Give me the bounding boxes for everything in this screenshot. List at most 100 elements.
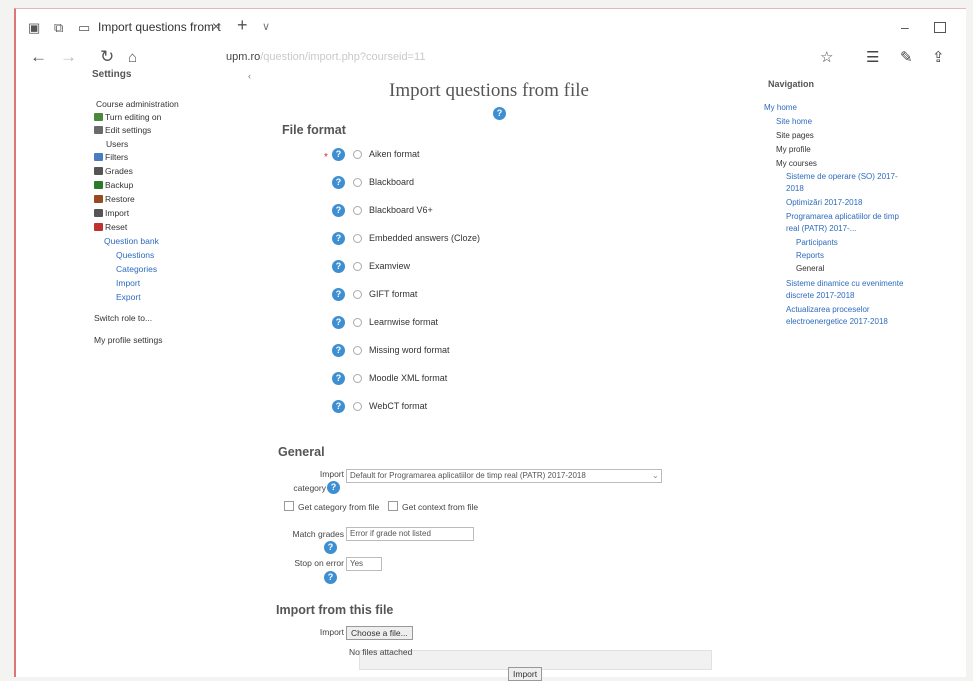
get-context-checkbox[interactable]: Get context from file	[388, 501, 478, 512]
tree-item-questions[interactable]: Questions	[116, 250, 154, 260]
choose-file-button[interactable]: Choose a file...	[346, 626, 413, 640]
stop-on-error-select[interactable]: Yes	[346, 557, 382, 571]
home-icon[interactable]: ⌂	[128, 49, 137, 66]
file-format-heading[interactable]: File format	[282, 123, 346, 137]
help-icon[interactable]: ?	[332, 260, 345, 273]
set-aside-tabs-icon[interactable]: ⧉	[54, 20, 63, 36]
nav-course-patr[interactable]: Programarea aplicatiilor de timp	[786, 212, 899, 221]
match-grades-select[interactable]: Error if grade not listed	[346, 527, 474, 541]
help-icon[interactable]: ?	[327, 481, 340, 494]
tab-actions-icon[interactable]: ▣	[28, 20, 40, 36]
url-field[interactable]: upm.ro/question/import.php?courseid=11	[226, 51, 425, 63]
general-heading[interactable]: General	[278, 445, 325, 459]
import-file-heading[interactable]: Import from this file	[276, 603, 393, 617]
nav-item-my-courses[interactable]: My courses	[776, 159, 817, 168]
nav-item-reports[interactable]: Reports	[796, 251, 824, 260]
help-icon[interactable]: ?	[332, 372, 345, 385]
help-icon[interactable]: ?	[332, 204, 345, 217]
radio-button[interactable]	[353, 402, 362, 411]
checkbox[interactable]	[388, 501, 398, 511]
tree-item-question-bank[interactable]: Question bank	[104, 236, 159, 246]
settings-icon	[94, 126, 103, 134]
radio-button[interactable]	[353, 206, 362, 215]
format-option-aiken[interactable]: ? Aiken format	[332, 148, 420, 164]
help-icon[interactable]: ?	[324, 571, 337, 584]
chevron-down-icon[interactable]: ⌄	[652, 471, 659, 480]
nav-item-participants[interactable]: Participants	[796, 238, 838, 247]
nav-item-site-home[interactable]: Site home	[776, 117, 812, 126]
nav-course-actualizarea[interactable]: Actualizarea proceselor	[786, 305, 870, 314]
help-icon[interactable]: ?	[332, 400, 345, 413]
format-option-gift[interactable]: ? GIFT format	[332, 288, 417, 304]
help-icon[interactable]: ?	[324, 541, 337, 554]
radio-button[interactable]	[353, 262, 362, 271]
tree-item-edit-settings[interactable]: Edit settings	[94, 125, 151, 135]
minimize-icon[interactable]: –	[901, 19, 909, 35]
tree-item-switch-role[interactable]: Switch role to...	[94, 313, 152, 323]
tree-item-reset[interactable]: Reset	[94, 222, 127, 232]
tree-item-import-qb[interactable]: Import	[116, 278, 140, 288]
tab-title[interactable]: Import questions from t	[98, 20, 221, 34]
radio-button[interactable]	[353, 346, 362, 355]
nav-course-so-year[interactable]: 2018	[786, 184, 804, 193]
favorite-star-icon[interactable]: ☆	[820, 48, 833, 66]
nav-course-patr-year[interactable]: real (PATR) 2017-...	[786, 224, 856, 233]
help-icon[interactable]: ?	[332, 344, 345, 357]
tab-list-chevron-icon[interactable]: ∨	[262, 20, 270, 33]
radio-button[interactable]	[353, 374, 362, 383]
format-option-missing-word[interactable]: ? Missing word format	[332, 344, 450, 360]
forward-arrow-icon[interactable]: →	[60, 47, 77, 67]
format-option-examview[interactable]: ? Examview	[332, 260, 410, 276]
import-submit-button[interactable]: Import	[508, 667, 543, 681]
nav-course-so[interactable]: Sisteme de operare (SO) 2017-	[786, 172, 898, 181]
format-option-blackboard-v6[interactable]: ? Blackboard V6+	[332, 204, 433, 220]
tree-item-import[interactable]: Import	[94, 208, 129, 218]
new-tab-icon[interactable]: +	[237, 15, 248, 36]
collapse-icon[interactable]: ‹	[248, 71, 251, 81]
format-option-learnwise[interactable]: ? Learnwise format	[332, 316, 438, 332]
radio-button[interactable]	[353, 150, 362, 159]
nav-item-my-profile[interactable]: My profile	[776, 145, 811, 154]
help-icon[interactable]: ?	[332, 288, 345, 301]
tree-item-turn-editing[interactable]: Turn editing on	[94, 112, 161, 122]
format-option-moodle-xml[interactable]: ? Moodle XML format	[332, 372, 447, 388]
tree-item-categories[interactable]: Categories	[116, 264, 157, 274]
pen-icon[interactable]: ✎	[900, 48, 913, 66]
back-arrow-icon[interactable]: ←	[30, 47, 47, 67]
nav-item-site-pages[interactable]: Site pages	[776, 131, 814, 140]
import-category-select[interactable]: Default for Programarea aplicatiilor de …	[346, 469, 662, 483]
radio-button[interactable]	[353, 318, 362, 327]
nav-course-optimizari[interactable]: Optimizări 2017-2018	[786, 198, 862, 207]
help-icon[interactable]: ?	[332, 232, 345, 245]
radio-button[interactable]	[353, 178, 362, 187]
tree-item-backup[interactable]: Backup	[94, 180, 133, 190]
format-option-cloze[interactable]: ? Embedded answers (Cloze)	[332, 232, 480, 248]
help-icon[interactable]: ?	[332, 316, 345, 329]
tree-item-filters[interactable]: Filters	[94, 152, 128, 162]
refresh-icon[interactable]: ↻	[100, 47, 114, 67]
format-option-blackboard[interactable]: ? Blackboard	[332, 176, 414, 192]
nav-course-sisteme-dinamice[interactable]: Sisteme dinamice cu evenimente	[786, 279, 903, 288]
nav-course-sisteme-dinamice-year[interactable]: discrete 2017-2018	[786, 291, 855, 300]
tree-item-profile-settings[interactable]: My profile settings	[94, 335, 163, 345]
maximize-icon[interactable]	[934, 22, 946, 33]
nav-course-actualizarea-year[interactable]: electroenergetice 2017-2018	[786, 317, 888, 326]
help-icon[interactable]: ?	[332, 176, 345, 189]
help-icon[interactable]: ?	[493, 107, 506, 120]
help-icon[interactable]: ?	[332, 148, 345, 161]
checkbox[interactable]	[284, 501, 294, 511]
tab-close-icon[interactable]: ×	[212, 18, 220, 34]
tree-item-users[interactable]: Users	[106, 139, 128, 149]
tree-item-restore[interactable]: Restore	[94, 194, 135, 204]
format-option-webct[interactable]: ? WebCT format	[332, 400, 427, 416]
tree-item-grades[interactable]: Grades	[94, 166, 133, 176]
tree-item-export[interactable]: Export	[116, 292, 141, 302]
get-category-checkbox[interactable]: Get category from file	[284, 501, 379, 512]
radio-button[interactable]	[353, 234, 362, 243]
share-icon[interactable]: ⇪	[932, 48, 945, 66]
favorites-hub-icon[interactable]: ☰	[866, 48, 879, 66]
nav-item-my-home[interactable]: My home	[764, 103, 797, 112]
tree-item-course-admin[interactable]: Course administration	[96, 99, 179, 109]
nav-item-general[interactable]: General	[796, 264, 824, 273]
radio-button[interactable]	[353, 290, 362, 299]
